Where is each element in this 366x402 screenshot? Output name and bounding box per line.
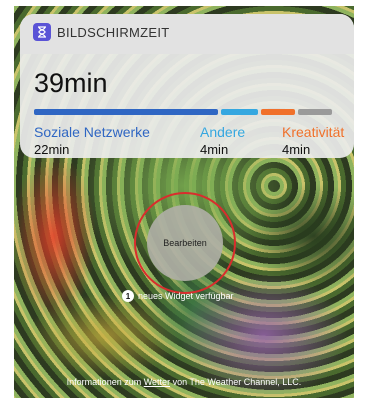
category-label-creativity: Kreativität: [282, 124, 345, 140]
total-screen-time: 39min: [34, 68, 108, 98]
home-screen: BILDSCHIRMZEIT 39min Soziale Netzwerke 2…: [14, 6, 354, 398]
edit-button[interactable]: Bearbeiten: [147, 205, 223, 281]
edit-button-label: Bearbeiten: [163, 238, 207, 248]
attribution-suffix: von The Weather Channel, LLC.: [170, 377, 302, 387]
weather-attribution: Informationen zum Wetter von The Weather…: [14, 377, 354, 387]
attribution-prefix: Informationen zum: [66, 377, 144, 387]
usage-bar-creativity: [261, 109, 295, 115]
usage-bar-rest: [298, 109, 332, 115]
widget-app-label: BILDSCHIRMZEIT: [57, 25, 170, 40]
usage-bar-other: [221, 109, 258, 115]
new-widget-text: neues Widget verfügbar: [138, 291, 234, 301]
weather-link[interactable]: Wetter: [144, 377, 170, 387]
category-label-other: Andere: [200, 124, 246, 140]
category-value-other: 4min: [200, 142, 229, 157]
hourglass-icon: [33, 23, 51, 41]
category-value-social: 22min: [34, 142, 70, 157]
new-widget-notice[interactable]: 1 neues Widget verfügbar: [122, 290, 234, 302]
new-widget-badge: 1: [122, 290, 134, 302]
usage-bar-social: [34, 109, 218, 115]
category-value-creativity: 4min: [282, 142, 311, 157]
widget-header: BILDSCHIRMZEIT: [20, 14, 354, 54]
category-label-social: Soziale Netzwerke: [34, 124, 150, 140]
edit-highlight-ring: Bearbeiten: [134, 192, 236, 294]
screen-time-widget[interactable]: BILDSCHIRMZEIT 39min Soziale Netzwerke 2…: [20, 14, 354, 158]
new-widget-count: 1: [125, 291, 131, 301]
